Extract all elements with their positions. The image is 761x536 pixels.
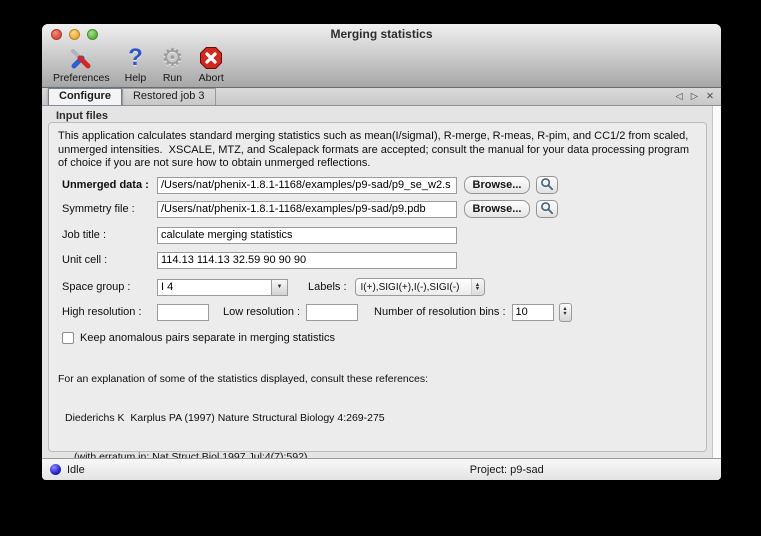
zoom-window-button[interactable]	[87, 29, 98, 40]
chevron-down-icon[interactable]: ▼	[271, 279, 288, 296]
magnifier-icon	[540, 177, 554, 194]
tab-bar: Configure Restored job 3 ◁ ▷ ✕	[42, 88, 721, 106]
scrollbar-track[interactable]	[712, 106, 721, 458]
unmerged-data-browse-button[interactable]: Browse...	[464, 176, 530, 194]
gear-icon: ⚙	[161, 44, 183, 72]
project-label: Project: p9-sad	[470, 464, 544, 476]
input-files-label: Input files	[56, 110, 108, 122]
next-tab-icon[interactable]: ▷	[691, 91, 698, 102]
space-group-input[interactable]	[157, 279, 271, 296]
anomalous-checkbox-row: Keep anomalous pairs separate in merging…	[62, 329, 335, 347]
resolution-bins-input[interactable]	[512, 304, 554, 321]
symmetry-file-browse-button[interactable]: Browse...	[464, 200, 530, 218]
close-window-button[interactable]	[51, 29, 62, 40]
tab-restored-label: Restored job 3	[133, 90, 205, 102]
minimize-window-button[interactable]	[69, 29, 80, 40]
symmetry-file-input[interactable]	[157, 201, 457, 218]
labels-value: I(+),SIGI(+),I(-),SIGI(-)	[361, 282, 460, 293]
preferences-button[interactable]: Preferences	[48, 44, 115, 84]
updown-arrows-icon: ▲▼	[471, 279, 484, 295]
prev-tab-icon[interactable]: ◁	[675, 91, 682, 102]
low-resolution-label: Low resolution :	[223, 306, 300, 318]
labels-dropdown[interactable]: I(+),SIGI(+),I(-),SIGI(-) ▲▼	[355, 278, 485, 296]
tab-navigation: ◁ ▷ ✕	[675, 91, 714, 102]
tools-icon	[68, 44, 94, 72]
run-button[interactable]: ⚙ Run	[156, 44, 188, 84]
run-label: Run	[163, 72, 182, 84]
status-text: Idle	[67, 464, 85, 476]
tab-configure[interactable]: Configure	[48, 88, 122, 105]
tab-configure-label: Configure	[59, 90, 111, 102]
close-tab-icon[interactable]: ✕	[706, 91, 714, 102]
references-intro: For an explanation of some of the statis…	[58, 373, 428, 386]
abort-button[interactable]: Abort	[194, 44, 229, 84]
help-label: Help	[125, 72, 147, 84]
anomalous-checkbox-label: Keep anomalous pairs separate in merging…	[80, 332, 335, 344]
help-button[interactable]: ? Help	[120, 44, 152, 84]
space-group-row: Space group : ▼ Labels : I(+),SIGI(+),I(…	[62, 278, 485, 296]
resolution-bins-label: Number of resolution bins :	[374, 306, 505, 318]
symmetry-file-row: Symmetry file : Browse...	[62, 200, 558, 218]
symmetry-file-view-button[interactable]	[536, 200, 558, 218]
job-title-input[interactable]	[157, 227, 457, 244]
unmerged-data-input[interactable]	[157, 177, 457, 194]
unit-cell-input[interactable]	[157, 252, 457, 269]
configure-panel: Input files This application calculates …	[42, 106, 721, 458]
space-group-combobox[interactable]: ▼	[157, 279, 288, 296]
job-title-row: Job title :	[62, 226, 457, 244]
abort-icon	[199, 44, 223, 72]
magnifier-icon	[540, 201, 554, 218]
anomalous-checkbox[interactable]	[62, 332, 74, 344]
job-title-label: Job title :	[62, 229, 157, 241]
unmerged-data-row: Unmerged data : Browse...	[62, 176, 558, 194]
reference-line: Diederichs K Karplus PA (1997) Nature St…	[58, 412, 428, 425]
tab-restored-job-3[interactable]: Restored job 3	[122, 88, 216, 105]
unmerged-data-view-button[interactable]	[536, 176, 558, 194]
symmetry-file-label: Symmetry file :	[62, 203, 157, 215]
status-indicator-icon	[50, 464, 61, 475]
abort-label: Abort	[199, 72, 224, 84]
high-resolution-input[interactable]	[157, 304, 209, 321]
preferences-label: Preferences	[53, 72, 110, 84]
unit-cell-row: Unit cell :	[62, 251, 457, 269]
space-group-label: Space group :	[62, 281, 157, 293]
resolution-bins-stepper[interactable]: ▲▼	[559, 303, 572, 322]
unmerged-data-label: Unmerged data :	[62, 179, 157, 191]
traffic-lights	[51, 29, 98, 40]
help-icon: ?	[128, 44, 143, 72]
unit-cell-label: Unit cell :	[62, 254, 157, 266]
labels-label: Labels :	[308, 281, 347, 293]
titlebar[interactable]: Merging statistics	[42, 24, 721, 43]
input-files-groupbox: This application calculates standard mer…	[48, 122, 707, 452]
status-bar: Idle Project: p9-sad	[42, 458, 721, 480]
window-header: Merging statistics Preferences ?	[42, 24, 721, 88]
description-text: This application calculates standard mer…	[58, 130, 700, 171]
app-window: Merging statistics Preferences ?	[42, 24, 721, 480]
low-resolution-input[interactable]	[306, 304, 358, 321]
toolbar: Preferences ? Help ⚙ Run	[42, 43, 721, 84]
window-title: Merging statistics	[42, 24, 721, 45]
high-resolution-label: High resolution :	[62, 306, 157, 318]
resolution-row: High resolution : Low resolution : Numbe…	[62, 303, 572, 321]
